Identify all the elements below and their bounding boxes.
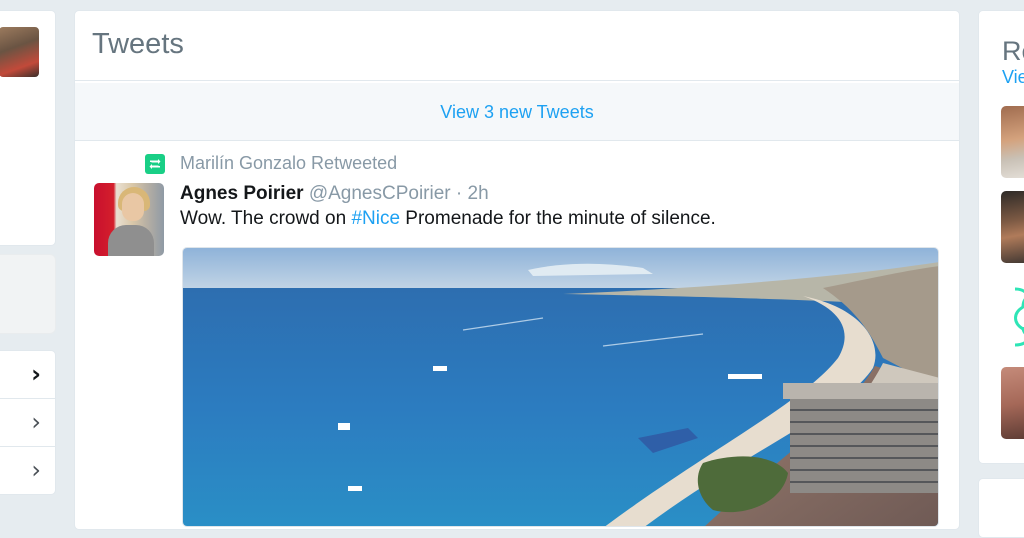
author-avatar[interactable]	[94, 183, 164, 256]
retweet-icon	[145, 154, 165, 174]
tweet[interactable]: Marilín Gonzalo Retweeted Agnes Poirier …	[75, 142, 959, 529]
avatar-body-shape	[108, 225, 154, 256]
tweet-timestamp[interactable]: 2h	[468, 183, 489, 204]
left-nav-item[interactable]: ›	[0, 351, 55, 399]
hashtag-link[interactable]: #Nice	[351, 208, 400, 229]
author-name[interactable]: Agnes Poirier	[180, 183, 304, 204]
tweet-photo[interactable]	[182, 247, 939, 527]
avatar-face-shape	[122, 193, 144, 221]
right-panel-title: Re	[1002, 36, 1024, 66]
right-panel-link[interactable]: Vie	[1002, 67, 1024, 88]
new-tweets-banner[interactable]: View 3 new Tweets	[75, 83, 959, 141]
profile-card	[0, 10, 56, 246]
left-nav-item[interactable]: ›	[0, 447, 55, 495]
suggested-user-avatar[interactable]	[1001, 106, 1024, 178]
timeline-header: Tweets	[75, 11, 959, 81]
tweet-text-before: Wow. The crowd on	[180, 208, 352, 229]
tweet-author-line: Agnes Poirier @AgnesCPoirier · 2h	[180, 183, 489, 205]
swirl-logo-icon	[1014, 287, 1024, 347]
left-nav-item[interactable]: ›	[0, 399, 55, 447]
retweeted-by-label[interactable]: Marilín Gonzalo Retweeted	[180, 153, 397, 174]
who-to-follow-card: Re Vie	[978, 10, 1024, 464]
user-avatar[interactable]	[0, 27, 39, 77]
chevron-right-icon: ›	[31, 360, 41, 388]
chevron-right-icon: ›	[31, 408, 41, 436]
timeline-title: Tweets	[92, 28, 184, 60]
tweet-text: Wow. The crowd on #Nice Promenade for th…	[180, 208, 716, 230]
separator-dot: ·	[455, 183, 463, 204]
timeline: Tweets View 3 new Tweets Marilín Gonzalo…	[74, 10, 960, 530]
trends-card	[978, 478, 1024, 538]
suggested-user-avatar[interactable]	[1001, 367, 1024, 439]
profile-card-footer	[0, 254, 56, 334]
suggested-user-avatar[interactable]	[1001, 191, 1024, 263]
chevron-right-icon: ›	[31, 456, 41, 484]
author-handle[interactable]: @AgnesCPoirier	[309, 183, 451, 204]
tweet-text-after: Promenade for the minute of silence.	[400, 208, 716, 229]
left-nav-list: › › ›	[0, 350, 56, 495]
suggested-user-avatar[interactable]	[1001, 279, 1024, 353]
